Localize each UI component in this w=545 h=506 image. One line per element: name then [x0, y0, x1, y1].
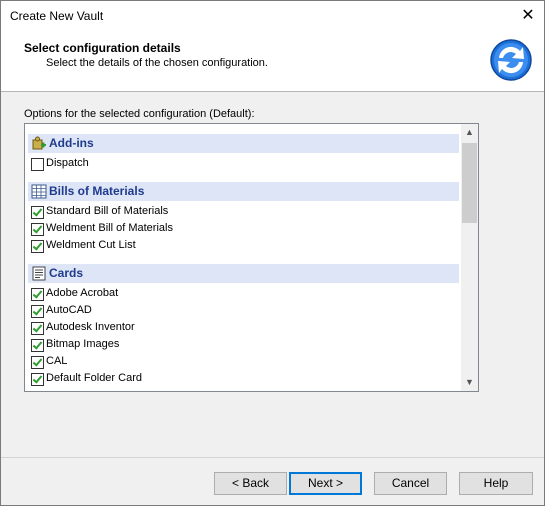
checkbox[interactable]	[31, 356, 44, 369]
wizard-header: Select configuration details Select the …	[1, 31, 544, 92]
option-bitmap-images[interactable]: Bitmap Images	[31, 337, 461, 354]
option-label: Default Folder Card	[46, 372, 142, 384]
option-default-folder-card[interactable]: Default Folder Card	[31, 371, 461, 388]
footer-divider	[1, 457, 544, 458]
vertical-scrollbar[interactable]: ▲ ▼	[461, 124, 478, 391]
card-icon	[32, 266, 46, 281]
option-label: CAL	[46, 355, 68, 367]
page-subtitle: Select the details of the chosen configu…	[46, 57, 268, 69]
option-adobe-acrobat[interactable]: Adobe Acrobat	[31, 286, 461, 303]
option-label: AutoCAD	[46, 304, 92, 316]
option-weldment-cut-list[interactable]: Weldment Cut List	[31, 238, 461, 255]
option-label: Autodesk Inventor	[46, 321, 135, 333]
scroll-up-icon[interactable]: ▲	[461, 124, 478, 141]
back-button[interactable]: < Back	[214, 472, 287, 495]
checkbox[interactable]	[31, 322, 44, 335]
option-label: Weldment Bill of Materials	[46, 222, 173, 234]
page-title: Select configuration details	[24, 41, 181, 55]
option-cal[interactable]: CAL	[31, 354, 461, 371]
checkbox[interactable]	[31, 223, 44, 236]
option-autodesk-inventor[interactable]: Autodesk Inventor	[31, 320, 461, 337]
next-button[interactable]: Next >	[289, 472, 362, 495]
scroll-down-icon[interactable]: ▼	[461, 374, 478, 391]
option-standard-bom[interactable]: Standard Bill of Materials	[31, 204, 461, 221]
checkbox[interactable]	[31, 158, 44, 171]
option-label: Standard Bill of Materials	[46, 205, 169, 217]
refresh-arrows-icon	[490, 39, 532, 81]
checkbox[interactable]	[31, 206, 44, 219]
option-weldment-bom[interactable]: Weldment Bill of Materials	[31, 221, 461, 238]
checkbox[interactable]	[31, 339, 44, 352]
option-dispatch[interactable]: Dispatch	[31, 156, 461, 173]
option-label: Adobe Acrobat	[46, 287, 119, 299]
option-autocad[interactable]: AutoCAD	[31, 303, 461, 320]
create-vault-dialog: Create New Vault ✕ Select configuration …	[0, 0, 545, 506]
cancel-button[interactable]: Cancel	[374, 472, 447, 495]
checkbox[interactable]	[31, 373, 44, 386]
group-header-add-ins: Add-ins	[28, 134, 459, 153]
window-title: Create New Vault	[10, 9, 104, 23]
group-label: Bills of Materials	[49, 184, 145, 198]
wizard-content: Options for the selected configuration (…	[1, 92, 544, 457]
option-label: Weldment Cut List	[46, 239, 136, 251]
table-grid-icon	[31, 184, 47, 199]
add-in-puzzle-icon	[32, 136, 46, 150]
title-bar: Create New Vault ✕	[1, 1, 544, 31]
help-button[interactable]: Help	[459, 472, 533, 495]
option-label: Dispatch	[46, 157, 89, 169]
checkbox[interactable]	[31, 240, 44, 253]
group-header-cards: Cards	[28, 264, 459, 283]
checkbox[interactable]	[31, 305, 44, 318]
checkbox[interactable]	[31, 288, 44, 301]
options-list-body: Add-ins Dispatch Bills of Materials Stan…	[25, 124, 461, 388]
options-label: Options for the selected configuration (…	[24, 108, 255, 120]
scroll-thumb[interactable]	[462, 143, 477, 223]
group-label: Cards	[49, 266, 84, 280]
group-label: Add-ins	[49, 136, 94, 150]
close-icon[interactable]: ✕	[512, 1, 544, 31]
configuration-options-list[interactable]: Add-ins Dispatch Bills of Materials Stan…	[24, 123, 479, 392]
group-header-bills-of-materials: Bills of Materials	[28, 182, 459, 201]
option-label: Bitmap Images	[46, 338, 120, 350]
